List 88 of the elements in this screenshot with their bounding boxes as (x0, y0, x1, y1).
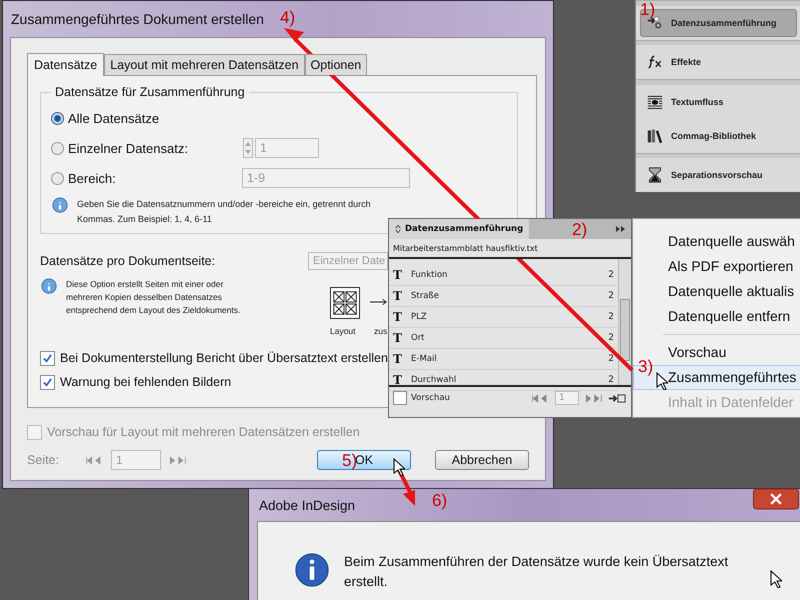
checkbox[interactable] (27, 424, 42, 440)
dock-item[interactable]: Textumfluss (640, 88, 797, 116)
scroll-thumb[interactable] (620, 299, 630, 361)
diagram-label: Layout (330, 326, 356, 336)
checkbox-label: Bei Dokumenterstellung Bericht über Übersatztext erstellen (60, 351, 388, 365)
field-count: 2 (608, 333, 614, 343)
field-label: Datensätze pro Dokumentseite: (40, 254, 216, 268)
panel-grip[interactable] (636, 152, 800, 158)
step-label: 4) (280, 9, 296, 27)
panel-grip[interactable] (636, 40, 800, 45)
books-icon (647, 128, 663, 144)
field-name: E-Mail (411, 354, 438, 364)
tab[interactable]: Datensätze (27, 53, 104, 76)
cursor-icon (656, 372, 668, 390)
panel-grip[interactable] (636, 79, 800, 84)
hourglass-icon (647, 167, 663, 183)
panel-tab[interactable]: Datenzusammenführung (389, 219, 530, 239)
checkbox-label: Warnung bei fehlenden Bildern (60, 375, 232, 389)
source-file-name: Mitarbeiterstammblatt hausfiktiv.txt (389, 239, 631, 259)
checkbox[interactable] (393, 391, 407, 405)
field-row[interactable]: T Funktion 2 (389, 265, 618, 286)
checkbox-label: Vorschau (411, 393, 450, 403)
tab[interactable]: Optionen (304, 54, 368, 75)
dock-item[interactable]: Separationsvorschau (640, 161, 797, 189)
field-name: Funktion (411, 270, 448, 280)
fx-icon (647, 54, 663, 70)
radio-label: Bereich: (68, 170, 117, 186)
radio-button[interactable] (51, 172, 64, 184)
field-name: Durchwahl (411, 375, 458, 385)
tab[interactable]: Layout mit mehreren Datensätzen (104, 54, 305, 75)
field-name: Straße (411, 291, 440, 301)
export-icon[interactable] (607, 394, 627, 402)
window-title: Zusammengeführtes Dokument erstellen (11, 11, 264, 27)
menu-item[interactable]: Datenquelle aktualis (633, 279, 800, 304)
field-row[interactable]: T PLZ 2 (389, 307, 618, 328)
step-label: 5) (342, 452, 358, 470)
field-name: PLZ (411, 312, 428, 322)
info-icon (51, 197, 69, 215)
radio-label: Alle Datensätze (68, 110, 160, 126)
radio-button[interactable] (51, 142, 64, 154)
arrow-icon (370, 298, 388, 306)
info-icon (40, 278, 58, 296)
text-field-icon: T (393, 268, 411, 282)
double-arrow-icon[interactable] (615, 225, 627, 233)
text-field-icon: T (393, 331, 411, 345)
field-row[interactable]: T Ort 2 (389, 328, 618, 349)
scrollbar[interactable] (618, 259, 631, 385)
spinner-arrows-icon[interactable] (243, 138, 253, 158)
field-count: 2 (608, 270, 614, 280)
text-field-icon: T (393, 289, 411, 303)
layout-grid-icon (330, 286, 360, 320)
diagram-label: zus (374, 326, 388, 336)
field-row[interactable]: T Straße 2 (389, 286, 618, 307)
message-text: Beim Zusammenführen der Datensätze wurde kein Übersatztext erstellt. (344, 553, 730, 591)
step-label: 6) (432, 492, 448, 510)
field-count: 2 (608, 291, 614, 301)
field-count: 2 (608, 312, 614, 322)
up-down-icon (395, 224, 401, 234)
radio-button[interactable] (51, 112, 64, 124)
text-wrap-icon (647, 94, 663, 110)
text-field-icon: T (393, 373, 411, 387)
cursor-icon (770, 570, 782, 588)
checkbox[interactable] (40, 350, 55, 366)
close-button[interactable] (753, 488, 799, 510)
field-label: Seite: (27, 453, 60, 467)
next-last-icon[interactable] (167, 456, 187, 464)
group-title: Datensätze für Zusammenführung (51, 85, 249, 99)
hint-text: Geben Sie die Datensatznummern und/oder -bereiche ein, getrennt durch Kommas. Zum Beispiel: 1, 4, 6-11 (77, 198, 372, 226)
field-count: 2 (608, 375, 614, 385)
field-count: 2 (608, 354, 614, 364)
hint-text: Diese Option erstellt Seiten mit einer oder mehreren Kopien desselben Datensatzes entsprechend dem Layout des Zieldokuments. (66, 278, 242, 317)
info-icon (294, 552, 330, 588)
checkbox[interactable] (40, 374, 55, 390)
window-title: Adobe InDesign (259, 498, 356, 513)
radio-label: Einzelner Datensatz: (68, 140, 189, 156)
dialog-button[interactable]: Abbrechen (435, 450, 529, 470)
field-row[interactable]: T E-Mail 2 (389, 349, 618, 370)
step-label: 2) (572, 221, 588, 239)
menu-item[interactable]: Datenquelle auswäh (633, 229, 800, 254)
dock-item[interactable]: Commag-Bibliothek (640, 122, 797, 150)
cursor-icon (393, 458, 405, 476)
menu-item[interactable]: Datenquelle entfern (633, 304, 800, 329)
text-field-icon: T (393, 310, 411, 324)
menu-item[interactable]: Als PDF exportieren (633, 254, 800, 279)
checkbox-label: Vorschau für Layout mit mehreren Datensätzen erstellen (47, 425, 360, 439)
dock-item[interactable]: Effekte (640, 48, 797, 76)
text-field-icon: T (393, 352, 411, 366)
field-name: Ort (411, 333, 426, 343)
